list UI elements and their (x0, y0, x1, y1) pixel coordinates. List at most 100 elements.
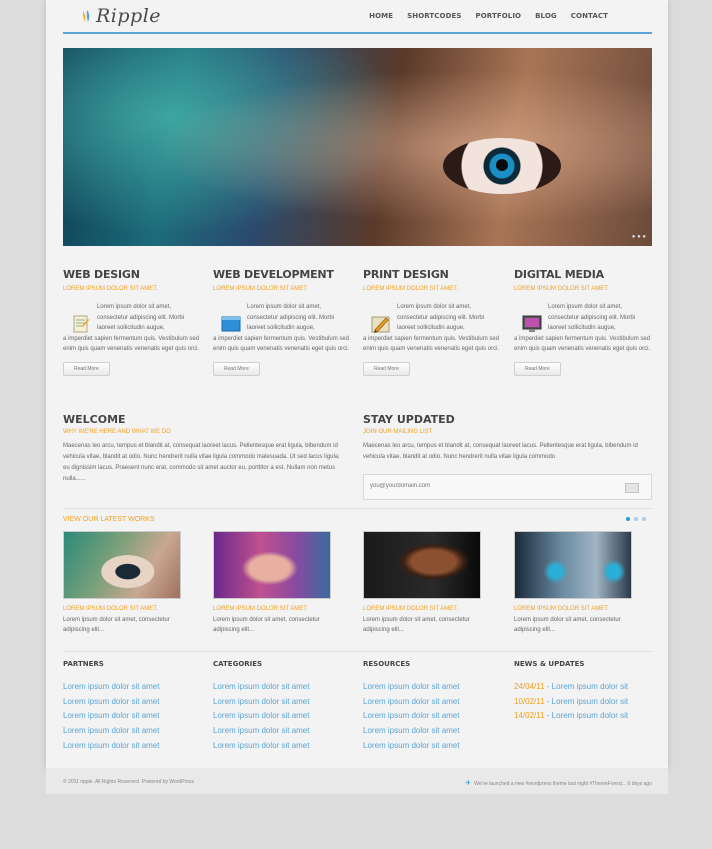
section-divider (63, 651, 652, 652)
footer-col-title: RESOURCES (363, 660, 411, 668)
stay-updated-subtitle: JOIN OUR MAILING LIST (363, 429, 433, 435)
work-text: Lorem ipsum dolor sit amet, consectetur … (514, 617, 621, 633)
work-item[interactable]: LOREM IPSUM DOLOR SIT AMET. Lorem ipsum … (514, 531, 644, 635)
service-print-design: PRINT DESIGN LOREM IPSUM DOLOR SIT AMET.… (363, 268, 503, 376)
footer-col-title: NEWS & UPDATES (514, 660, 585, 668)
nav-blog[interactable]: BLOG (535, 12, 557, 20)
work-thumbnail[interactable] (63, 531, 181, 599)
email-input[interactable] (370, 483, 600, 489)
hero-glow (63, 48, 652, 246)
envelope-icon[interactable] (625, 483, 639, 493)
twitter-bird-icon: ✈ (465, 780, 472, 787)
footer-categories: CATEGORIES Lorem ipsum dolor sit amet Lo… (213, 660, 353, 754)
footer-link[interactable]: Lorem ipsum dolor sit amet (363, 680, 503, 695)
service-web-development: WEB DEVELOPMENT LOREM IPSUM DOLOR SIT AM… (213, 268, 353, 376)
section-divider (63, 508, 652, 509)
work-caption[interactable]: LOREM IPSUM DOLOR SIT AMET. (363, 606, 493, 612)
nav-shortcodes[interactable]: SHORTCODES (407, 12, 461, 20)
read-more-button[interactable]: Read More (363, 361, 410, 376)
footer-link[interactable]: Lorem ipsum dolor sit amet (63, 739, 203, 754)
work-caption[interactable]: LOREM IPSUM DOLOR SIT AMET. (63, 606, 193, 612)
footer-link[interactable]: Lorem ipsum dolor sit amet (63, 724, 203, 739)
footer-link[interactable]: Lorem ipsum dolor sit amet (213, 739, 353, 754)
service-subtitle: LOREM IPSUM DOLOR SIT AMET. (363, 286, 458, 292)
service-subtitle: LOREM IPSUM DOLOR SIT AMET. (63, 286, 158, 292)
hero-pupil (496, 159, 508, 171)
site-footer: © 2011 ripple. All Rights Reserved. Powe… (46, 768, 668, 794)
footer-link[interactable]: Lorem ipsum dolor sit amet (213, 695, 353, 710)
footer-link[interactable]: Lorem ipsum dolor sit amet (63, 680, 203, 695)
service-title: PRINT DESIGN (363, 268, 449, 281)
news-text[interactable]: - Lorem ipsum dolor sit (545, 711, 628, 720)
news-text[interactable]: - Lorem ipsum dolor sit (545, 682, 628, 691)
works-heading: VIEW OUR LATEST WORKS (63, 516, 155, 523)
welcome-section: WELCOME WHY WE'RE HERE AND WHAT WE DO Ma… (63, 413, 343, 485)
pager-dot-active[interactable] (626, 517, 630, 521)
footer-link[interactable]: Lorem ipsum dolor sit amet (213, 709, 353, 724)
work-caption[interactable]: LOREM IPSUM DOLOR SIT AMET. (213, 606, 343, 612)
work-item[interactable]: LOREM IPSUM DOLOR SIT AMET. Lorem ipsum … (213, 531, 343, 635)
footer-link[interactable]: Lorem ipsum dolor sit amet (63, 695, 203, 710)
footer-link[interactable]: Lorem ipsum dolor sit amet (363, 739, 503, 754)
copyright-text: © 2011 ripple. All Rights Reserved. Powe… (63, 779, 195, 785)
main-nav: HOME SHORTCODES PORTFOLIO BLOG CONTACT (369, 12, 608, 20)
service-title: WEB DEVELOPMENT (213, 268, 334, 281)
news-item[interactable]: 14/02/11 - Lorem ipsum dolor sit (514, 709, 654, 724)
work-caption[interactable]: LOREM IPSUM DOLOR SIT AMET. (514, 606, 644, 612)
service-subtitle: LOREM IPSUM DOLOR SIT AMET. (514, 286, 609, 292)
nav-contact[interactable]: CONTACT (571, 12, 608, 20)
footer-link[interactable]: Lorem ipsum dolor sit amet (363, 695, 503, 710)
welcome-text: Maecenas leo arcu, tempus et blandit at,… (63, 443, 340, 482)
work-item[interactable]: LOREM IPSUM DOLOR SIT AMET. Lorem ipsum … (63, 531, 193, 635)
stay-updated-section: STAY UPDATED JOIN OUR MAILING LIST Maece… (363, 413, 652, 463)
read-more-button[interactable]: Read More (514, 361, 561, 376)
footer-link[interactable]: Lorem ipsum dolor sit amet (213, 724, 353, 739)
service-title: DIGITAL MEDIA (514, 268, 604, 281)
news-item[interactable]: 24/04/11 - Lorem ipsum dolor sit (514, 680, 654, 695)
tweet-text[interactable]: We've launched a new #wordpress theme la… (474, 781, 652, 787)
work-text: Lorem ipsum dolor sit amet, consectetur … (363, 617, 470, 633)
footer-news: NEWS & UPDATES 24/04/11 - Lorem ipsum do… (514, 660, 654, 724)
service-text-b: a imperdiet sapien fermentum quis. Vesti… (514, 335, 651, 353)
service-text-b: a imperdiet sapien fermentum quis. Vesti… (63, 335, 200, 353)
footer-link[interactable]: Lorem ipsum dolor sit amet (63, 709, 203, 724)
read-more-button[interactable]: Read More (213, 361, 260, 376)
footer-col-title: PARTNERS (63, 660, 104, 668)
nav-portfolio[interactable]: PORTFOLIO (476, 12, 522, 20)
service-subtitle: LOREM IPSUM DOLOR SIT AMET. (213, 286, 308, 292)
pencil-icon (371, 314, 391, 334)
pager-dot[interactable] (634, 517, 638, 521)
footer-link[interactable]: Lorem ipsum dolor sit amet (363, 709, 503, 724)
nav-home[interactable]: HOME (369, 12, 393, 20)
news-text[interactable]: - Lorem ipsum dolor sit (545, 697, 628, 706)
newsletter-form (363, 474, 652, 500)
pager-dot[interactable] (642, 517, 646, 521)
footer-link[interactable]: Lorem ipsum dolor sit amet (363, 724, 503, 739)
news-item[interactable]: 10/02/11 - Lorem ipsum dolor sit (514, 695, 654, 710)
news-date: 14/02/11 (514, 711, 545, 721)
read-more-button[interactable]: Read More (63, 361, 110, 376)
news-date: 10/02/11 (514, 696, 545, 706)
slider-pager-icon[interactable]: ● ● ● (632, 234, 646, 240)
work-thumbnail[interactable] (213, 531, 331, 599)
service-text-b: a imperdiet sapien fermentum quis. Vesti… (363, 335, 500, 353)
stay-updated-text: Maecenas leo arcu, tempus et blandit at,… (363, 443, 638, 460)
work-thumbnail[interactable] (363, 531, 481, 599)
works-pager[interactable] (626, 517, 646, 521)
welcome-title: WELCOME (63, 413, 126, 426)
site-logo[interactable]: Ripple (82, 5, 161, 27)
logo-text: Ripple (96, 5, 162, 27)
page-container: Ripple HOME SHORTCODES PORTFOLIO BLOG CO… (46, 0, 668, 768)
notepad-icon (71, 314, 91, 334)
footer-link[interactable]: Lorem ipsum dolor sit amet (213, 680, 353, 695)
blue-window-icon (221, 314, 241, 334)
hero-slider[interactable]: ● ● ● (63, 48, 652, 246)
ripple-logo-icon (82, 9, 94, 23)
work-item[interactable]: LOREM IPSUM DOLOR SIT AMET. Lorem ipsum … (363, 531, 493, 635)
work-text: Lorem ipsum dolor sit amet, consectetur … (63, 617, 170, 633)
footer-partners: PARTNERS Lorem ipsum dolor sit amet Lore… (63, 660, 203, 754)
latest-tweet[interactable]: ✈ We've launched a new #wordpress theme l… (465, 779, 652, 787)
footer-col-title: CATEGORIES (213, 660, 263, 668)
work-thumbnail[interactable] (514, 531, 632, 599)
stay-updated-title: STAY UPDATED (363, 413, 455, 426)
